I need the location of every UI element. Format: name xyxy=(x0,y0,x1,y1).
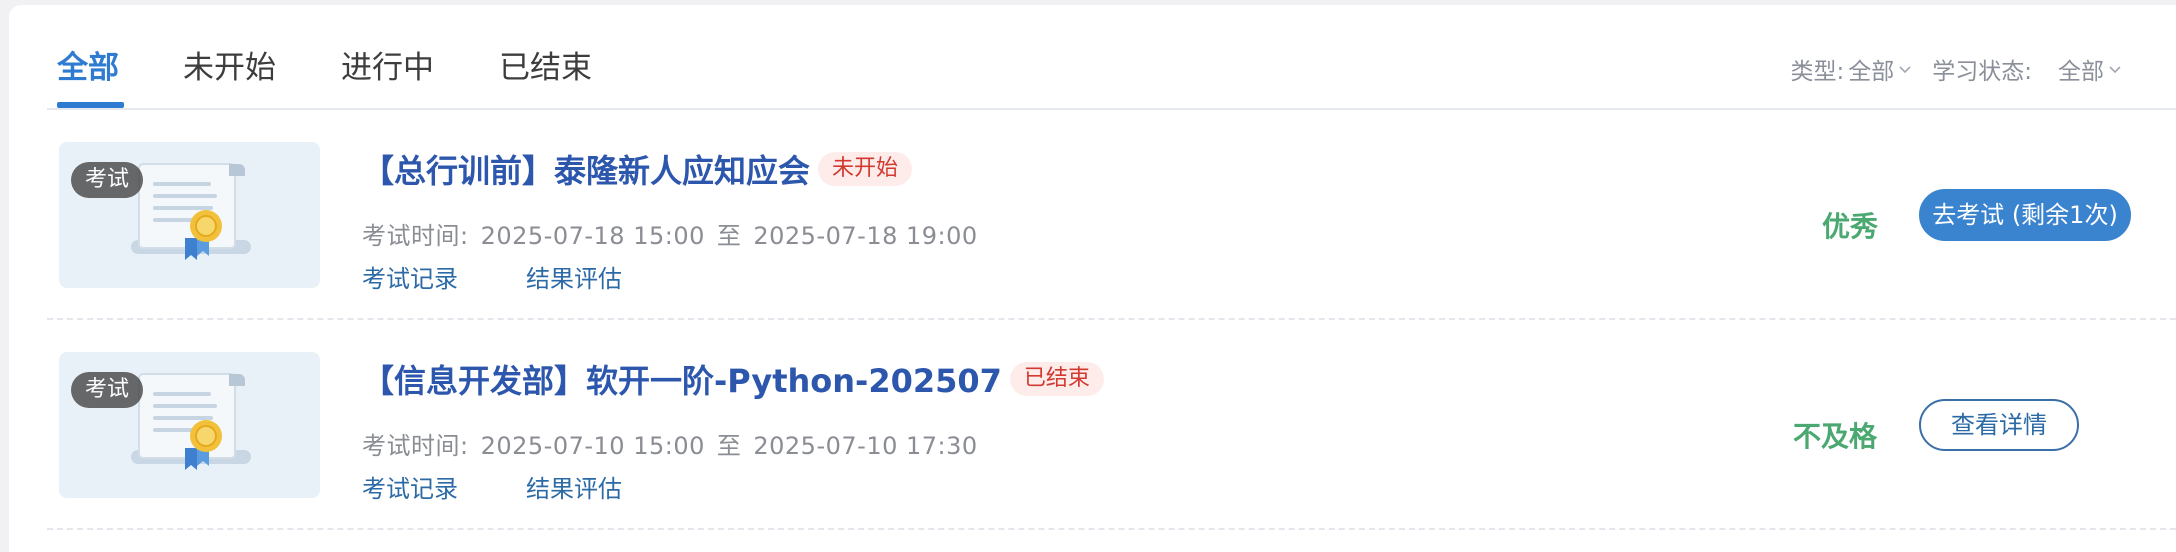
exam-list-panel: 全部 未开始 进行中 已结束 类型: 全部 学习状态: 全部 考试 【总行训前】… xyxy=(9,5,2176,552)
view-details-button[interactable]: 查看详情 xyxy=(1919,399,2079,451)
exam-links: 考试记录 结果评估 xyxy=(362,259,690,294)
exam-time-start: 2025-07-10 15:00 xyxy=(480,432,705,460)
tab-bar: 全部 未开始 进行中 已结束 类型: 全部 学习状态: 全部 xyxy=(47,5,2176,110)
exam-time-start: 2025-07-18 15:00 xyxy=(480,222,705,250)
type-filter-label: 类型: xyxy=(1790,59,1845,85)
exam-title[interactable]: 【信息开发部】软开一阶-Python-202507 xyxy=(362,356,1002,402)
exam-time-label: 考试时间: xyxy=(362,222,469,250)
status-badge: 已结束 xyxy=(1009,362,1104,396)
tab-in-progress[interactable]: 进行中 xyxy=(341,48,434,88)
result-evaluation-link[interactable]: 结果评估 xyxy=(526,259,622,294)
tab-all[interactable]: 全部 xyxy=(57,48,119,88)
exam-type-badge: 考试 xyxy=(71,372,144,408)
status-badge: 未开始 xyxy=(818,152,913,186)
study-status-filter-value: 全部 xyxy=(2058,59,2104,85)
type-filter-dropdown[interactable]: 类型: 全部 xyxy=(1791,52,1913,86)
grade-label: 优秀 xyxy=(1822,210,1879,243)
exam-title-row: 【信息开发部】软开一阶-Python-202507 已结束 xyxy=(362,356,1104,402)
exam-time-label: 考试时间: xyxy=(362,432,469,460)
result-evaluation-link[interactable]: 结果评估 xyxy=(526,469,622,504)
exam-time: 考试时间: 2025-07-18 15:00 至 2025-07-18 19:00 xyxy=(362,216,990,251)
exam-links: 考试记录 结果评估 xyxy=(362,469,690,504)
chevron-down-icon xyxy=(2109,66,2121,74)
exam-records-link[interactable]: 考试记录 xyxy=(362,469,458,504)
tab-not-started[interactable]: 未开始 xyxy=(183,48,276,88)
grade-label: 不及格 xyxy=(1793,420,1878,453)
exam-time-end: 2025-07-18 19:00 xyxy=(753,222,978,250)
exam-type-badge: 考试 xyxy=(71,162,144,198)
take-exam-button[interactable]: 去考试 (剩余1次) xyxy=(1919,189,2131,241)
exam-thumbnail[interactable]: 考试 xyxy=(59,352,320,498)
exam-time-separator: 至 xyxy=(716,222,742,250)
exam-list-item: 考试 【信息开发部】软开一阶-Python-202507 已结束 考试时间: 20… xyxy=(47,321,2176,530)
filter-bar: 类型: 全部 学习状态: 全部 xyxy=(1771,51,2123,87)
study-status-filter-label: 学习状态: xyxy=(1932,59,2032,85)
exam-time-separator: 至 xyxy=(716,432,742,460)
exam-title[interactable]: 【总行训前】泰隆新人应知应会 xyxy=(362,146,810,192)
exam-title-row: 【总行训前】泰隆新人应知应会 未开始 xyxy=(362,146,913,192)
exam-list-item: 考试 【总行训前】泰隆新人应知应会 未开始 考试时间: 2025-07-18 15… xyxy=(47,111,2176,320)
type-filter-value: 全部 xyxy=(1848,59,1895,85)
exam-time: 考试时间: 2025-07-10 15:00 至 2025-07-10 17:30 xyxy=(362,426,990,461)
study-status-filter-dropdown[interactable]: 学习状态: 全部 xyxy=(1932,52,2122,86)
tab-ended[interactable]: 已结束 xyxy=(499,48,592,88)
exam-thumbnail[interactable]: 考试 xyxy=(59,142,320,288)
active-tab-indicator xyxy=(57,102,124,108)
exam-records-link[interactable]: 考试记录 xyxy=(362,259,458,294)
chevron-down-icon xyxy=(1899,66,1911,74)
exam-time-end: 2025-07-10 17:30 xyxy=(753,432,978,460)
